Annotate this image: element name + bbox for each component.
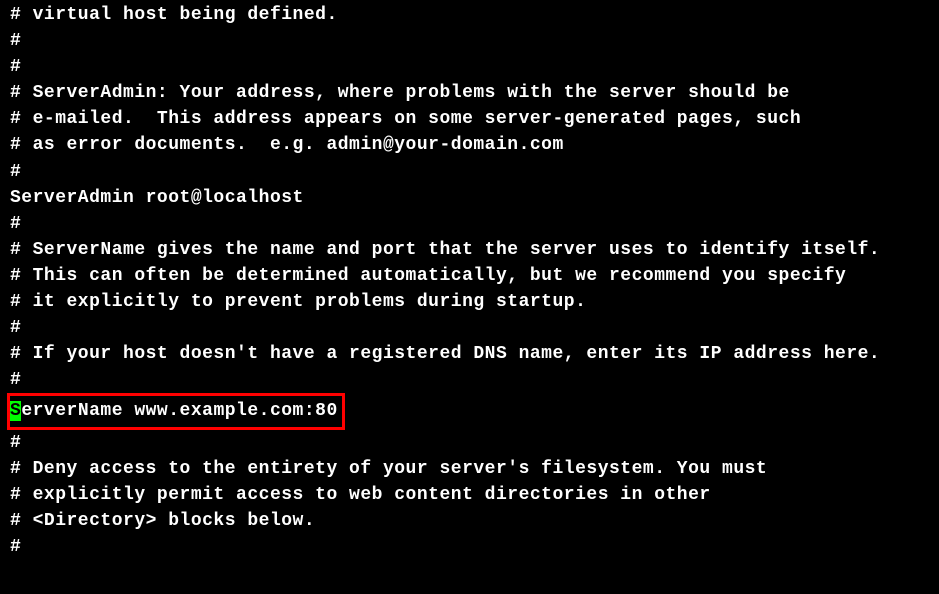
- config-comment-line: #: [10, 367, 939, 393]
- config-comment-line: #: [10, 28, 939, 54]
- config-directive-servername-highlighted: ServerName www.example.com:80: [10, 393, 939, 429]
- config-comment-line: # virtual host being defined.: [10, 2, 939, 28]
- editor-cursor: S: [10, 401, 21, 421]
- config-comment-line: # ServerAdmin: Your address, where probl…: [10, 80, 939, 106]
- terminal-editor-content[interactable]: # virtual host being defined. # # # Serv…: [10, 2, 939, 560]
- config-comment-line: # <Directory> blocks below.: [10, 508, 939, 534]
- config-comment-line: # This can often be determined automatic…: [10, 263, 939, 289]
- servername-text: erverName www.example.com:80: [21, 401, 337, 421]
- config-comment-line: #: [10, 534, 939, 560]
- highlight-annotation: ServerName www.example.com:80: [7, 393, 345, 429]
- config-comment-line: # explicitly permit access to web conten…: [10, 482, 939, 508]
- config-comment-line: # it explicitly to prevent problems duri…: [10, 289, 939, 315]
- config-comment-line: #: [10, 159, 939, 185]
- config-comment-line: #: [10, 430, 939, 456]
- config-comment-line: # If your host doesn't have a registered…: [10, 341, 939, 367]
- config-comment-line: #: [10, 211, 939, 237]
- config-comment-line: #: [10, 54, 939, 80]
- config-comment-line: # e-mailed. This address appears on some…: [10, 106, 939, 132]
- config-comment-line: # as error documents. e.g. admin@your-do…: [10, 132, 939, 158]
- config-comment-line: # ServerName gives the name and port tha…: [10, 237, 939, 263]
- config-comment-line: # Deny access to the entirety of your se…: [10, 456, 939, 482]
- config-directive-serveradmin: ServerAdmin root@localhost: [10, 185, 939, 211]
- config-comment-line: #: [10, 315, 939, 341]
